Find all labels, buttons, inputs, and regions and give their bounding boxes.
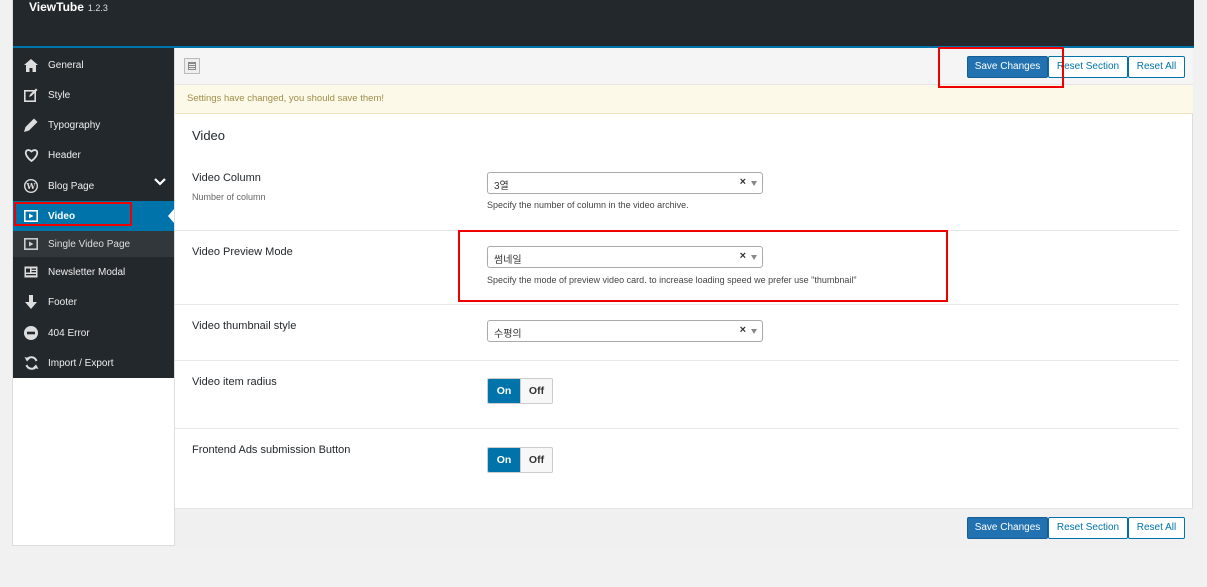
field-label: Video item radius: [192, 376, 277, 388]
newsletter-icon: [23, 264, 39, 280]
video-preview-mode-select[interactable]: 썸네일 ×: [487, 246, 763, 268]
sidebar-item-style[interactable]: Style: [13, 80, 174, 110]
expand-options-button[interactable]: [184, 58, 200, 74]
save-button[interactable]: Save Changes: [967, 56, 1048, 78]
field-label: Video Column: [192, 172, 261, 184]
reset-all-button-bottom[interactable]: Reset All: [1128, 517, 1185, 539]
sidebar-item-newsletter-modal[interactable]: Newsletter Modal: [13, 257, 174, 287]
home-icon: [23, 57, 39, 73]
app-header: ViewTube 1.2.3: [13, 0, 1194, 48]
field-label: Frontend Ads submission Button: [192, 444, 351, 456]
sidebar-item-label: Import / Export: [48, 357, 114, 369]
heart-icon: [23, 147, 39, 163]
dropdown-arrow-icon[interactable]: [751, 255, 757, 260]
notice-text: Settings have changed, you should save t…: [187, 93, 384, 104]
sidebar-item-label: Typography: [48, 119, 101, 131]
wordpress-icon: W: [23, 178, 39, 194]
pen-icon: [23, 117, 39, 133]
list-icon: [188, 62, 196, 70]
app-title-text: ViewTube: [29, 0, 84, 14]
app-version: 1.2.3: [87, 3, 108, 13]
sidebar-item-label: Blog Page: [48, 180, 95, 192]
toggle-on[interactable]: On: [488, 448, 520, 472]
select-value: 썸네일: [494, 255, 522, 266]
sidebar-item-404-error[interactable]: 404 Error: [13, 318, 174, 348]
video-icon: [23, 208, 39, 224]
frontend-ads-toggle[interactable]: On Off: [487, 447, 553, 473]
sidebar-item-typography[interactable]: Typography: [13, 110, 174, 140]
sidebar-item-label: General: [48, 59, 84, 71]
toggle-off[interactable]: Off: [520, 379, 552, 403]
clear-icon[interactable]: ×: [740, 250, 746, 262]
clear-icon[interactable]: ×: [740, 176, 746, 188]
reset-section-button-bottom[interactable]: Reset Section: [1048, 517, 1128, 539]
sidebar-item-label: Single Video Page: [48, 238, 131, 250]
svg-text:W: W: [26, 181, 37, 191]
save-button-bottom[interactable]: Save Changes: [967, 517, 1048, 539]
video-item-radius-toggle[interactable]: On Off: [487, 378, 553, 404]
select-value: 수평의: [494, 329, 522, 340]
edit-icon: [23, 87, 39, 103]
field-video-thumbnail-style: Video thumbnail style 수평의 ×: [175, 304, 1179, 361]
reset-section-button[interactable]: Reset Section: [1048, 56, 1128, 78]
dropdown-arrow-icon[interactable]: [751, 181, 757, 186]
main-content: Save Changes Reset Section Reset All Set…: [174, 48, 1193, 547]
sidebar-item-general[interactable]: General: [13, 50, 174, 80]
sidebar-item-single-video-page[interactable]: Single Video Page: [13, 231, 174, 257]
toggle-off[interactable]: Off: [520, 448, 552, 472]
settings-changed-notice: Settings have changed, you should save t…: [175, 85, 1193, 114]
field-video-item-radius: Video item radius On Off: [175, 360, 1179, 429]
sidebar-item-header[interactable]: Header: [13, 140, 174, 170]
refresh-icon: [23, 355, 39, 371]
sidebar-item-video[interactable]: Video: [13, 201, 174, 231]
field-video-column: Video Column Number of column 3열 × Speci…: [175, 160, 1179, 231]
video-thumbnail-style-select[interactable]: 수평의 ×: [487, 320, 763, 342]
options-panel: ViewTube 1.2.3 General Style Typography H…: [12, 0, 1194, 547]
video-column-select[interactable]: 3열 ×: [487, 172, 763, 194]
section-title: Video: [192, 128, 226, 143]
field-video-preview-mode: Video Preview Mode 썸네일 × Specify the mod…: [175, 230, 1179, 305]
reset-all-button[interactable]: Reset All: [1128, 56, 1185, 78]
sidebar-item-footer[interactable]: Footer: [13, 287, 174, 317]
app-title: ViewTube 1.2.3: [29, 0, 108, 14]
sidebar-item-blog-page[interactable]: W Blog Page: [13, 171, 174, 201]
sidebar-item-label: Header: [48, 149, 81, 161]
video-icon: [23, 236, 39, 252]
bottom-toolbar: Save Changes Reset Section Reset All: [175, 508, 1193, 547]
field-description: Specify the mode of preview video card. …: [487, 275, 857, 285]
sidebar-item-label: Video: [48, 210, 76, 222]
sidebar-item-label: Newsletter Modal: [48, 266, 126, 278]
select-value: 3열: [494, 181, 509, 192]
arrow-down-icon: [23, 294, 39, 310]
dropdown-arrow-icon[interactable]: [751, 329, 757, 334]
sidebar: General Style Typography Header W Blog P…: [13, 48, 174, 378]
field-frontend-ads-button: Frontend Ads submission Button On Off: [175, 428, 1179, 498]
chevron-down-icon[interactable]: [154, 178, 166, 189]
clear-icon[interactable]: ×: [740, 324, 746, 336]
field-description: Specify the number of column in the vide…: [487, 200, 689, 210]
field-label: Video Preview Mode: [192, 246, 293, 258]
sidebar-item-import-export[interactable]: Import / Export: [13, 348, 174, 378]
sidebar-item-label: 404 Error: [48, 327, 90, 339]
minus-circle-icon: [23, 325, 39, 341]
field-sublabel: Number of column: [192, 192, 266, 202]
toggle-on[interactable]: On: [488, 379, 520, 403]
sidebar-item-label: Style: [48, 89, 71, 101]
field-label: Video thumbnail style: [192, 320, 297, 332]
sidebar-item-label: Footer: [48, 296, 77, 308]
top-toolbar: Save Changes Reset Section Reset All: [175, 48, 1193, 85]
